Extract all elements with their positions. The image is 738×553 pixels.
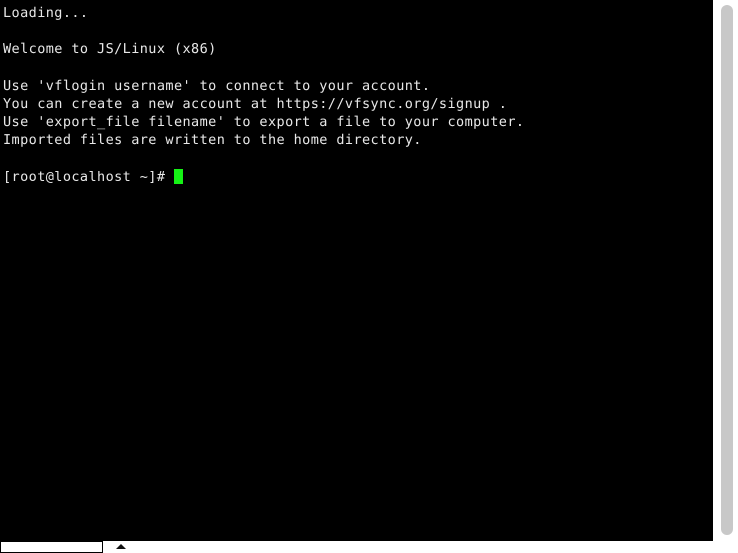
page-scrollbar-thumb[interactable] [721, 5, 733, 535]
terminal-line: Use 'export_file filename' to export a f… [3, 114, 525, 131]
terminal-line: Welcome to JS/Linux (x86) [3, 41, 217, 58]
command-input[interactable] [0, 541, 103, 553]
terminal-line: You can create a new account at https://… [3, 95, 508, 112]
block-cursor-icon [173, 168, 183, 184]
page-root: Loading... Welcome to JS/Linux (x86) Use… [0, 0, 738, 553]
terminal-line: Use 'vflogin username' to connect to you… [3, 77, 431, 94]
terminal-emulator[interactable]: Loading... Welcome to JS/Linux (x86) Use… [0, 0, 713, 541]
bottom-control-bar [0, 541, 713, 553]
terminal-screen[interactable]: Loading... Welcome to JS/Linux (x86) Use… [3, 4, 709, 186]
triangle-up-icon[interactable] [116, 544, 126, 549]
page-scrollbar-track[interactable] [713, 0, 738, 549]
terminal-line: Loading... [3, 5, 89, 21]
terminal-line: Imported files are written to the home d… [3, 132, 422, 149]
shell-prompt: [root@localhost ~]# [3, 168, 174, 185]
terminal-prompt-line[interactable]: [root@localhost ~]# [3, 168, 709, 186]
